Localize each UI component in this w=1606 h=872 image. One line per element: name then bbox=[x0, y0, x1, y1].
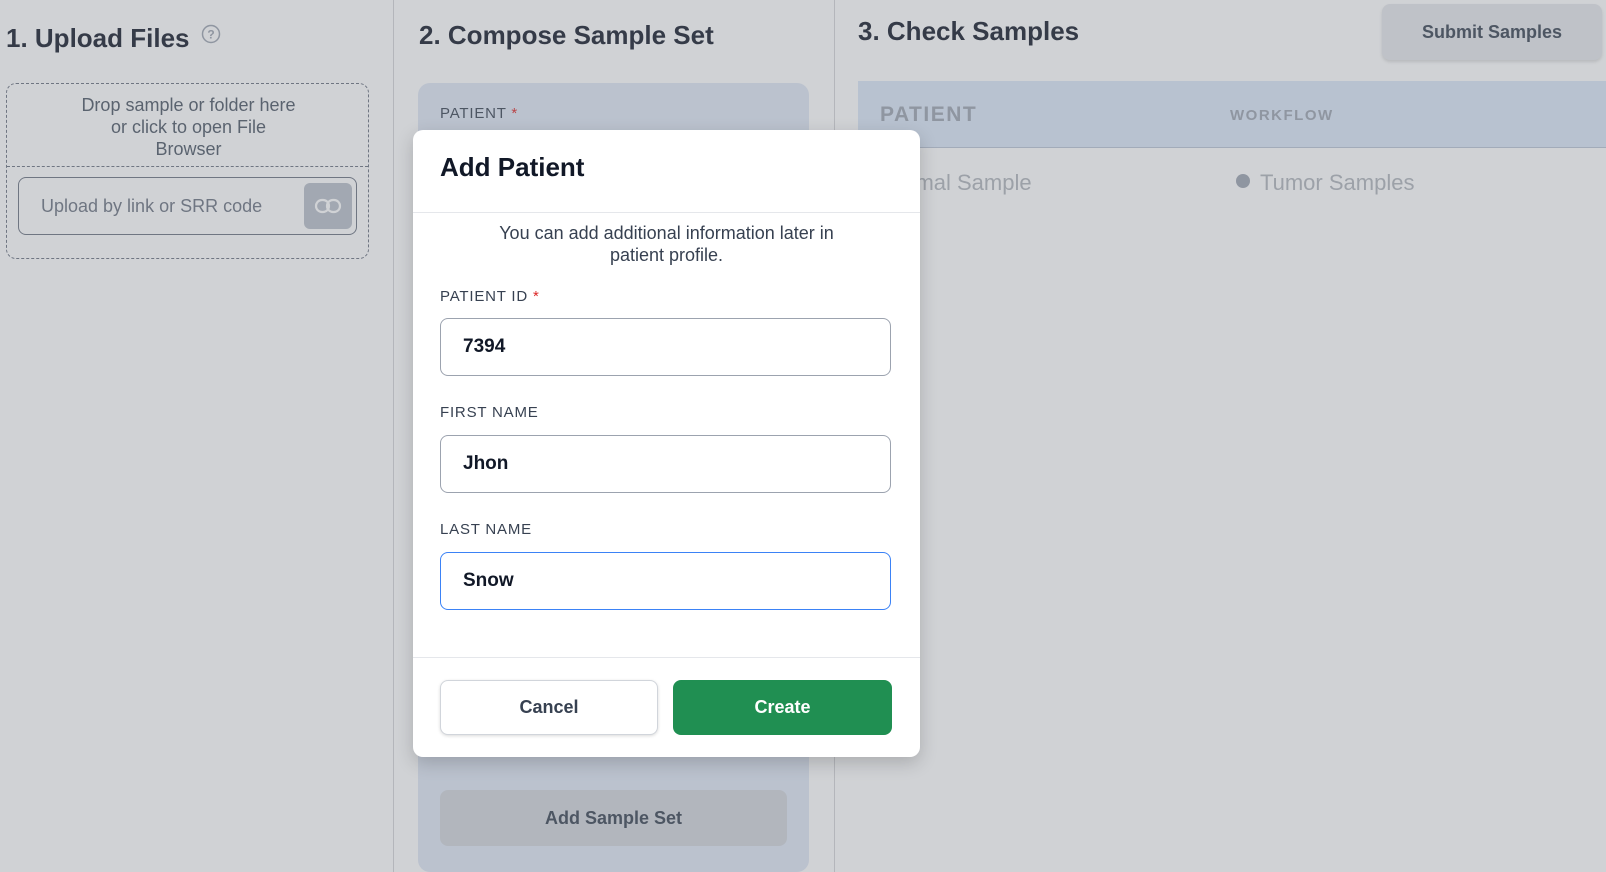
add-patient-dialog: Add Patient You can add additional infor… bbox=[413, 130, 920, 757]
first-name-label: FIRST NAME bbox=[440, 404, 539, 421]
cancel-button[interactable]: Cancel bbox=[440, 680, 658, 735]
last-name-input[interactable] bbox=[440, 552, 891, 610]
dialog-title: Add Patient bbox=[440, 152, 585, 182]
create-button[interactable]: Create bbox=[673, 680, 892, 735]
dialog-description: You can add additional information later… bbox=[499, 223, 834, 265]
dialog-header-divider bbox=[413, 212, 920, 213]
last-name-label: LAST NAME bbox=[440, 521, 532, 538]
patient-id-label: PATIENT ID * bbox=[440, 288, 540, 305]
first-name-input[interactable] bbox=[440, 435, 891, 493]
patient-id-input[interactable] bbox=[440, 318, 891, 376]
dialog-footer-divider bbox=[413, 657, 920, 658]
